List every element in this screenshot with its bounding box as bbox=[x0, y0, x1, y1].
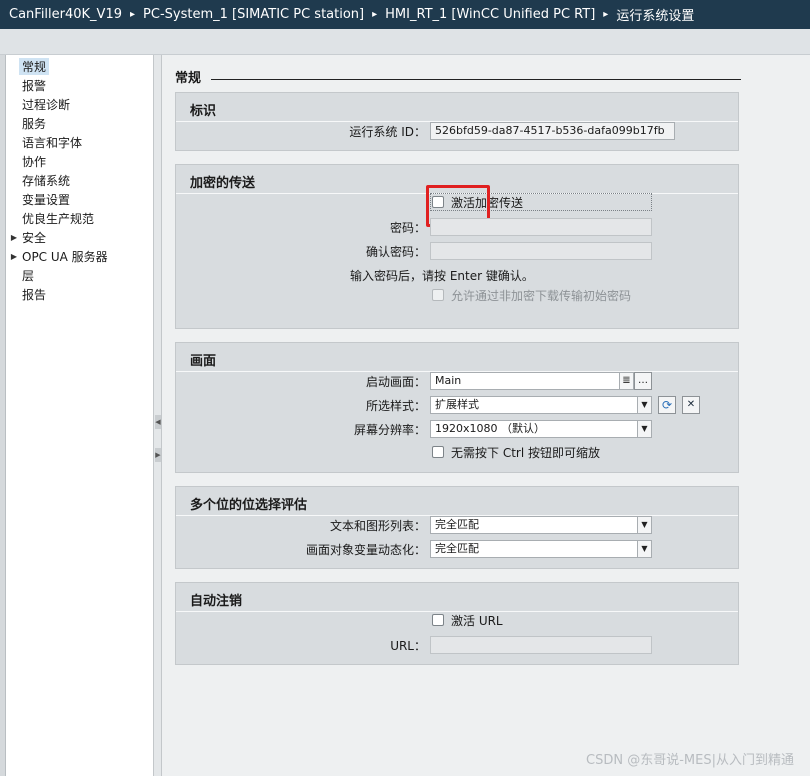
x-icon[interactable]: ✕ bbox=[682, 396, 700, 414]
group-title: 画面 bbox=[190, 354, 217, 369]
refresh-icon[interactable]: ⟳ bbox=[658, 396, 676, 414]
dynamize-label: 画面对象变量动态化： bbox=[305, 543, 426, 557]
nav-item-label: 存储系统 bbox=[22, 174, 71, 188]
nav-item-alarms[interactable]: 报警 bbox=[6, 76, 148, 95]
activate-url-label[interactable]: 激活 URL bbox=[451, 612, 503, 629]
dynamize-value: 完全匹配 bbox=[435, 542, 479, 555]
breadcrumb-separator-icon: ▸ bbox=[130, 9, 136, 20]
resolution-value: 1920x1080 （默认） bbox=[435, 422, 545, 435]
allow-initial-password-checkbox[interactable] bbox=[432, 289, 444, 301]
password-hint-text: 输入密码后，请按 Enter 键确认。 bbox=[350, 269, 534, 283]
runtime-id-label: 运行系统 ID： bbox=[349, 125, 426, 139]
group-title: 自动注销 bbox=[190, 594, 243, 609]
toolbar-strip bbox=[0, 29, 810, 55]
nav-item-storage-system[interactable]: 存储系统 bbox=[6, 171, 148, 190]
nav-item-label: 报告 bbox=[22, 288, 47, 302]
nav-item-label: 层 bbox=[22, 269, 35, 283]
nav-item-label: OPC UA 服务器 bbox=[22, 250, 108, 264]
ctrl-zoom-checkbox[interactable] bbox=[432, 446, 444, 458]
nav-item-label: 常规 bbox=[19, 58, 50, 75]
password-field[interactable] bbox=[430, 218, 652, 236]
nav-item-label: 服务 bbox=[22, 117, 47, 131]
expand-right-icon[interactable]: ▶ bbox=[155, 448, 161, 462]
nav-item-gmp[interactable]: 优良生产规范 bbox=[6, 209, 148, 228]
ctrl-zoom-label[interactable]: 无需按下 Ctrl 按钮即可缩放 bbox=[451, 444, 600, 461]
nav-item-label: 报警 bbox=[22, 79, 47, 93]
start-screen-value: Main bbox=[435, 374, 462, 387]
breadcrumb: CanFiller40K_V19 ▸ PC-System_1 [SIMATIC … bbox=[0, 0, 810, 29]
textlist-label: 文本和图形列表： bbox=[329, 519, 426, 533]
triangle-down-icon[interactable]: ▼ bbox=[637, 397, 651, 413]
ellipsis-icon[interactable]: … bbox=[634, 372, 652, 390]
group-title: 加密的传送 bbox=[190, 176, 256, 191]
runtime-id-field[interactable]: 526bfd59-da87-4517-b536-dafa099b17fb bbox=[430, 122, 675, 140]
panel-splitter[interactable]: ◀ ▶ bbox=[154, 55, 162, 776]
style-select[interactable]: 扩展样式 ▼ bbox=[430, 396, 652, 414]
breadcrumb-item-project[interactable]: CanFiller40K_V19 bbox=[9, 7, 122, 22]
nav-item-security[interactable]: ▶ 安全 bbox=[6, 228, 148, 247]
resolution-select[interactable]: 1920x1080 （默认） ▼ bbox=[430, 420, 652, 438]
triangle-down-icon[interactable]: ▼ bbox=[637, 421, 651, 437]
watermark: CSDN @东哥说-MES|从入门到精通 bbox=[586, 753, 794, 768]
collapse-left-icon[interactable]: ◀ bbox=[155, 415, 161, 429]
textlist-select[interactable]: 完全匹配 ▼ bbox=[430, 516, 652, 534]
section-divider bbox=[211, 79, 741, 80]
nav-item-label: 语言和字体 bbox=[22, 136, 83, 150]
url-label: URL： bbox=[390, 639, 426, 653]
confirm-password-field[interactable] bbox=[430, 242, 652, 260]
style-label: 所选样式： bbox=[365, 399, 426, 413]
nav-item-services[interactable]: 服务 bbox=[6, 114, 148, 133]
start-screen-label: 启动画面： bbox=[365, 375, 426, 389]
activate-url-checkbox[interactable] bbox=[432, 614, 444, 626]
allow-initial-password-label: 允许通过非加密下载传输初始密码 bbox=[451, 289, 632, 303]
confirm-password-label: 确认密码： bbox=[365, 245, 426, 259]
triangle-down-icon[interactable]: ▼ bbox=[637, 541, 651, 557]
password-label: 密码： bbox=[389, 221, 426, 235]
expand-arrow-icon[interactable]: ▶ bbox=[6, 252, 22, 261]
list-icon[interactable]: ≣ bbox=[619, 373, 633, 389]
section-title: 常规 bbox=[175, 71, 202, 86]
nav-item-label: 变量设置 bbox=[22, 193, 71, 207]
nav-item-collaboration[interactable]: 协作 bbox=[6, 152, 148, 171]
nav-item-opcua-server[interactable]: ▶ OPC UA 服务器 bbox=[6, 247, 148, 266]
triangle-down-icon[interactable]: ▼ bbox=[637, 517, 651, 533]
nav-item-label: 过程诊断 bbox=[22, 98, 71, 112]
url-field[interactable] bbox=[430, 636, 652, 654]
nav-item-tag-settings[interactable]: 变量设置 bbox=[6, 190, 148, 209]
expand-arrow-icon[interactable]: ▶ bbox=[6, 233, 22, 242]
nav-item-process-diagnostics[interactable]: 过程诊断 bbox=[6, 95, 148, 114]
resolution-label: 屏幕分辨率： bbox=[353, 423, 426, 437]
group-title: 标识 bbox=[190, 104, 217, 119]
nav-item-label: 优良生产规范 bbox=[22, 212, 95, 226]
start-screen-field[interactable]: Main ≣ bbox=[430, 372, 634, 390]
breadcrumb-item-station[interactable]: PC-System_1 [SIMATIC PC station] bbox=[143, 7, 364, 22]
nav-item-reports[interactable]: 报告 bbox=[6, 285, 148, 304]
breadcrumb-item-device[interactable]: HMI_RT_1 [WinCC Unified PC RT] bbox=[385, 7, 595, 22]
settings-nav-tree: 常规 报警 过程诊断 服务 语言和字体 协作 存储系统 变量设置 优良生产规范 … bbox=[6, 55, 154, 776]
breadcrumb-separator-icon: ▸ bbox=[372, 9, 378, 20]
nav-item-label: 协作 bbox=[22, 155, 47, 169]
style-value: 扩展样式 bbox=[435, 398, 479, 411]
textlist-value: 完全匹配 bbox=[435, 518, 479, 531]
nav-item-general[interactable]: 常规 bbox=[6, 57, 148, 76]
nav-item-language-fonts[interactable]: 语言和字体 bbox=[6, 133, 148, 152]
breadcrumb-separator-icon: ▸ bbox=[603, 9, 609, 20]
group-title: 多个位的位选择评估 bbox=[190, 498, 308, 513]
dynamize-select[interactable]: 完全匹配 ▼ bbox=[430, 540, 652, 558]
breadcrumb-item-current: 运行系统设置 bbox=[616, 9, 695, 24]
nav-item-layers[interactable]: 层 bbox=[6, 266, 148, 285]
nav-item-label: 安全 bbox=[22, 231, 47, 245]
